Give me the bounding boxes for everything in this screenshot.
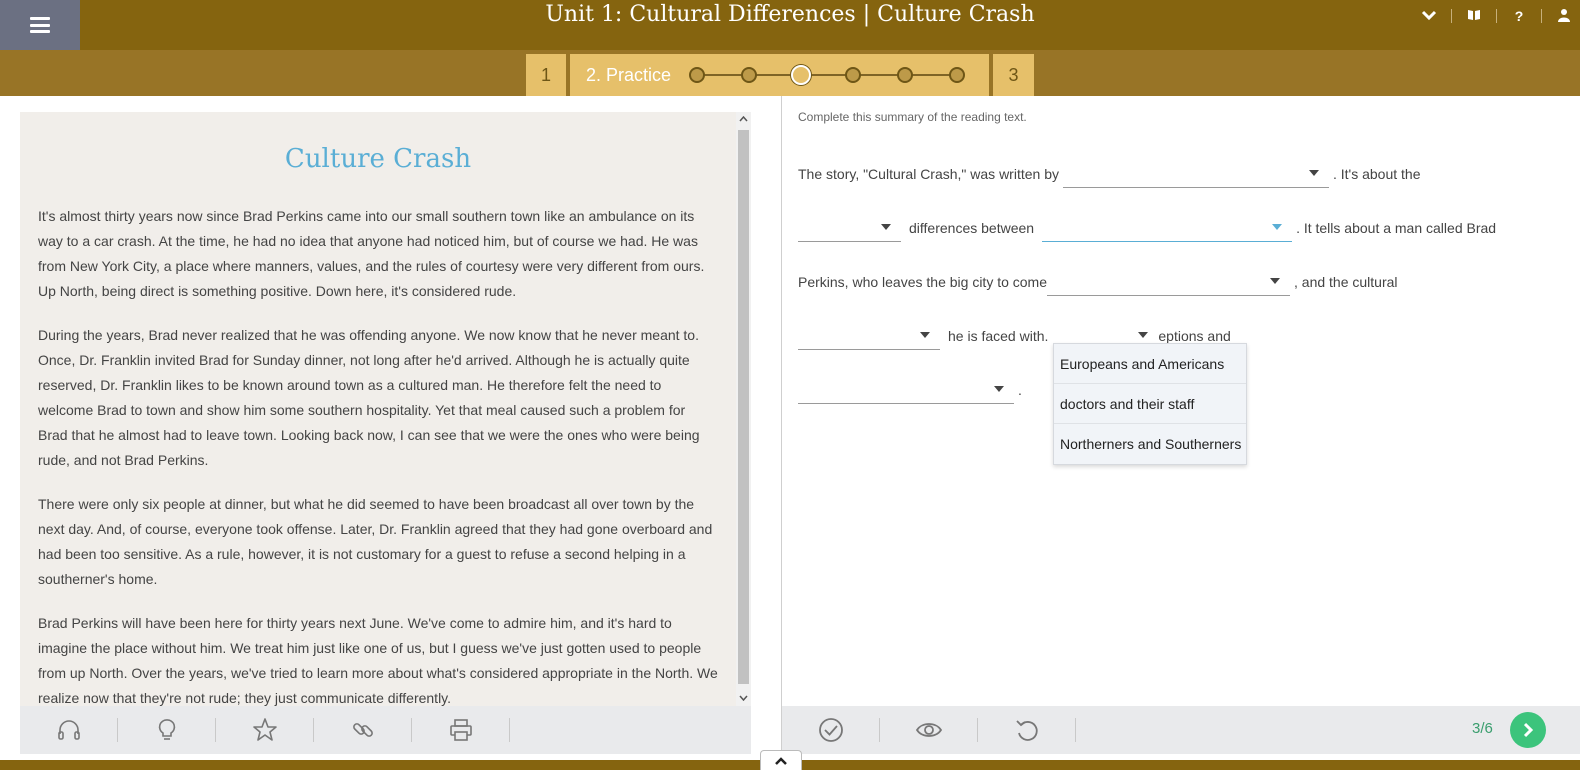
- next-button[interactable]: [1510, 712, 1546, 748]
- summary-line-2: differences between . It tells about a m…: [798, 212, 1496, 242]
- progress-dot-2[interactable]: [741, 67, 758, 83]
- progress-dot-1[interactable]: [689, 67, 706, 83]
- reading-toolbar: [20, 706, 751, 754]
- star-icon: [253, 718, 277, 741]
- exercise-toolbar: 3/6: [782, 706, 1580, 754]
- summary-line-5: .: [798, 374, 1022, 404]
- printer-icon: [450, 719, 472, 741]
- undo-icon: [1016, 720, 1038, 741]
- step-1-tab[interactable]: 1: [526, 54, 566, 96]
- author-dropdown[interactable]: [1062, 158, 1329, 188]
- summary-text: . It's about the: [1332, 166, 1421, 182]
- destination-dropdown[interactable]: [1047, 266, 1291, 296]
- reading-paragraph: It's almost thirty years now since Brad …: [38, 208, 705, 299]
- headphones-icon: [58, 720, 80, 740]
- header-divider: [1451, 9, 1452, 23]
- summary-text: . It tells about a man called Brad: [1296, 220, 1497, 236]
- page-title: Unit 1: Cultural Differences | Culture C…: [545, 2, 1035, 27]
- header-toolbar: ?: [1413, 0, 1580, 32]
- summary-text: , and the cultural: [1294, 274, 1398, 290]
- progress-dot-4[interactable]: [845, 67, 862, 83]
- header-divider: [1541, 9, 1542, 23]
- chevron-right-icon: [1523, 722, 1534, 738]
- check-answers-button[interactable]: [782, 706, 880, 754]
- scroll-up-arrow-icon[interactable]: [736, 114, 751, 125]
- reading-paragraph: Brad Perkins will have been here for thi…: [38, 615, 718, 706]
- step-2-tab[interactable]: 2. Practice: [570, 54, 989, 96]
- reading-title: Culture Crash: [284, 144, 472, 174]
- favorite-button[interactable]: [216, 706, 314, 754]
- final-dropdown[interactable]: [798, 374, 1014, 404]
- summary-text: Perkins, who leaves the big city to come: [798, 274, 1048, 290]
- exercise-instruction: Complete this summary of the reading tex…: [798, 110, 1027, 124]
- print-button[interactable]: [412, 706, 510, 754]
- step-2-label: 2. Practice: [586, 64, 672, 85]
- summary-line-1: The story, "Cultural Crash," was written…: [798, 158, 1421, 188]
- reset-button[interactable]: [978, 706, 1076, 754]
- eye-icon: [915, 723, 943, 737]
- step-3-tab[interactable]: 3: [993, 54, 1034, 96]
- groups-dropdown-menu: Europeans and Americans doctors and thei…: [1053, 343, 1247, 465]
- differences-type-dropdown[interactable]: [798, 212, 901, 242]
- show-answers-button[interactable]: [880, 706, 978, 754]
- collapse-toolbar-button[interactable]: [760, 750, 802, 770]
- link-button[interactable]: [314, 706, 412, 754]
- link-icon: [353, 723, 373, 737]
- cultural-aspect-dropdown[interactable]: [798, 320, 940, 350]
- page-counter: 3/6: [1472, 720, 1493, 737]
- header-divider: [1496, 9, 1497, 23]
- reading-panel: Culture Crash It's almost thirty years n…: [20, 112, 736, 706]
- reading-paragraph: During the years, Brad never realized th…: [38, 327, 700, 468]
- summary-text: The story, "Cultural Crash," was written…: [798, 166, 1059, 182]
- user-icon[interactable]: [1548, 8, 1580, 25]
- progress-dot-5[interactable]: [897, 67, 914, 83]
- book-icon[interactable]: [1458, 8, 1490, 24]
- groups-dropdown[interactable]: [1042, 212, 1293, 242]
- chevron-up-icon: [775, 756, 787, 765]
- progress-dot-6[interactable]: [949, 67, 966, 83]
- scrollbar-thumb[interactable]: [738, 130, 749, 684]
- progress-dot-3[interactable]: [791, 65, 812, 85]
- summary-text: he is faced with.: [948, 328, 1049, 344]
- step-progress-dots: [689, 65, 969, 85]
- audio-button[interactable]: [20, 706, 118, 754]
- content-area: Culture Crash It's almost thirty years n…: [0, 96, 1580, 760]
- reading-paragraph: There were only six people at dinner, bu…: [38, 496, 713, 587]
- summary-line-3: Perkins, who leaves the big city to come…: [798, 266, 1398, 296]
- summary-text: differences between: [909, 220, 1035, 236]
- chevron-down-icon[interactable]: [1413, 8, 1445, 24]
- dropdown-option[interactable]: Europeans and Americans: [1054, 344, 1246, 384]
- hint-button[interactable]: [118, 706, 216, 754]
- progress-line: [697, 74, 962, 76]
- summary-text: .: [1018, 382, 1022, 398]
- panel-divider: [781, 96, 782, 760]
- dropdown-option[interactable]: Northerners and Southerners: [1054, 424, 1246, 464]
- dropdown-option[interactable]: doctors and their staff: [1054, 384, 1246, 424]
- check-icon: [819, 718, 843, 742]
- top-header: Unit 1: Cultural Differences | Culture C…: [0, 0, 1580, 50]
- help-icon[interactable]: ?: [1503, 8, 1535, 24]
- scroll-down-arrow-icon[interactable]: [736, 693, 751, 704]
- lightbulb-icon: [158, 719, 176, 740]
- step-navigation: 1 2. Practice 3: [0, 50, 1580, 96]
- reading-scrollbar[interactable]: [736, 112, 751, 706]
